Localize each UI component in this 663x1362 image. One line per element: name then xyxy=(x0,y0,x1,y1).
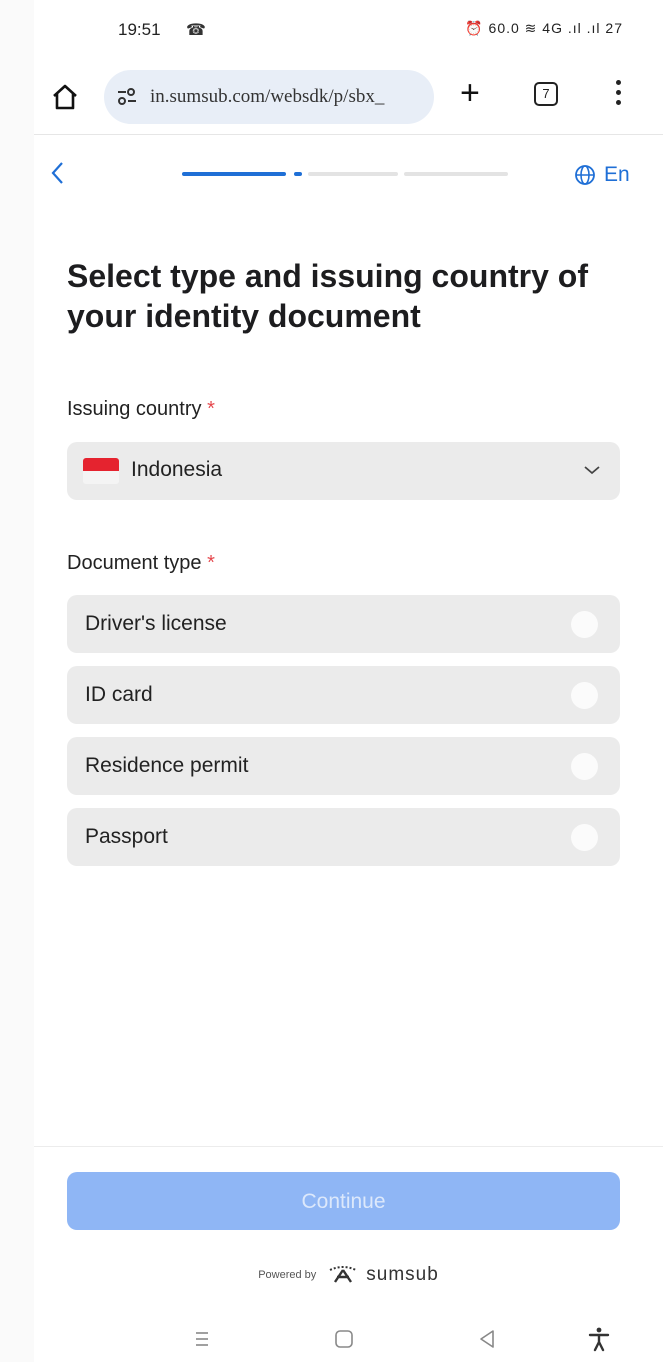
progress-segment-current xyxy=(294,172,302,176)
powered-by: Powered by sumsub xyxy=(34,1260,663,1290)
status-time: 19:51 xyxy=(118,20,161,39)
page-title: Select type and issuing country of your … xyxy=(67,258,588,334)
sumsub-brand: sumsub xyxy=(366,1264,439,1285)
whatsapp-icon: ☎ xyxy=(186,22,206,39)
issuing-country-label: Issuing country * xyxy=(67,398,215,421)
status-indicators: ⏰ 60.0 ≋ 4G .ıl .ıl 27 xyxy=(465,20,623,36)
progress-segment-todo xyxy=(308,172,398,176)
radio-button[interactable] xyxy=(571,753,598,780)
option-label: ID card xyxy=(85,683,153,706)
radio-button[interactable] xyxy=(571,611,598,638)
document-option-id-card[interactable]: ID card xyxy=(67,666,620,724)
progress-segment-todo xyxy=(404,172,508,176)
sumsub-logo-icon xyxy=(329,1266,357,1283)
tabs-button[interactable]: 7 xyxy=(534,82,558,106)
chevron-down-icon xyxy=(584,466,600,475)
address-bar[interactable]: in.sumsub.com/websdk/p/sbx_ xyxy=(104,70,434,124)
issuing-country-label-text: Issuing country xyxy=(67,398,202,420)
screen: 19:51 ☎ ⏰ 60.0 ≋ 4G .ıl .ıl 27 in.sumsub… xyxy=(34,0,663,1362)
back-chevron-icon[interactable] xyxy=(48,160,68,186)
accessibility-icon[interactable] xyxy=(586,1326,612,1352)
home-nav-icon[interactable] xyxy=(331,1326,357,1352)
system-nav-bar xyxy=(34,1318,663,1362)
new-tab-button[interactable]: + xyxy=(460,76,480,110)
document-type-label-text: Document type xyxy=(67,552,202,574)
document-option-passport[interactable]: Passport xyxy=(67,808,620,866)
status-bar: 19:51 ☎ ⏰ 60.0 ≋ 4G .ıl .ıl 27 xyxy=(34,0,663,62)
indonesia-flag-icon xyxy=(83,458,119,484)
more-vert-icon[interactable] xyxy=(614,80,622,110)
document-option-drivers-license[interactable]: Driver's license xyxy=(67,595,620,653)
browser-toolbar: in.sumsub.com/websdk/p/sbx_ + 7 xyxy=(34,62,663,134)
required-mark: * xyxy=(207,398,215,420)
radio-button[interactable] xyxy=(571,682,598,709)
continue-button[interactable]: Continue xyxy=(67,1172,620,1230)
globe-icon xyxy=(575,165,595,185)
option-label: Residence permit xyxy=(85,754,249,777)
home-icon[interactable] xyxy=(50,82,80,112)
option-label: Passport xyxy=(85,825,168,848)
issuing-country-select[interactable]: Indonesia xyxy=(67,442,620,500)
required-mark: * xyxy=(207,552,215,574)
progress-segment-done xyxy=(182,172,286,176)
language-button[interactable]: En xyxy=(574,160,630,190)
issuing-country-value: Indonesia xyxy=(131,458,223,481)
toolbar-divider xyxy=(34,134,663,135)
language-label: En xyxy=(604,163,630,186)
radio-button[interactable] xyxy=(571,824,598,851)
recent-apps-icon[interactable] xyxy=(189,1326,215,1352)
url-text: in.sumsub.com/websdk/p/sbx_ xyxy=(150,86,385,107)
option-label: Driver's license xyxy=(85,612,227,635)
left-edge xyxy=(0,0,34,1362)
site-info-icon[interactable] xyxy=(116,86,138,108)
back-nav-icon[interactable] xyxy=(474,1326,500,1352)
document-option-residence-permit[interactable]: Residence permit xyxy=(67,737,620,795)
powered-by-label: Powered by xyxy=(258,1269,317,1281)
document-type-label: Document type * xyxy=(67,552,215,575)
footer-divider xyxy=(34,1146,663,1147)
